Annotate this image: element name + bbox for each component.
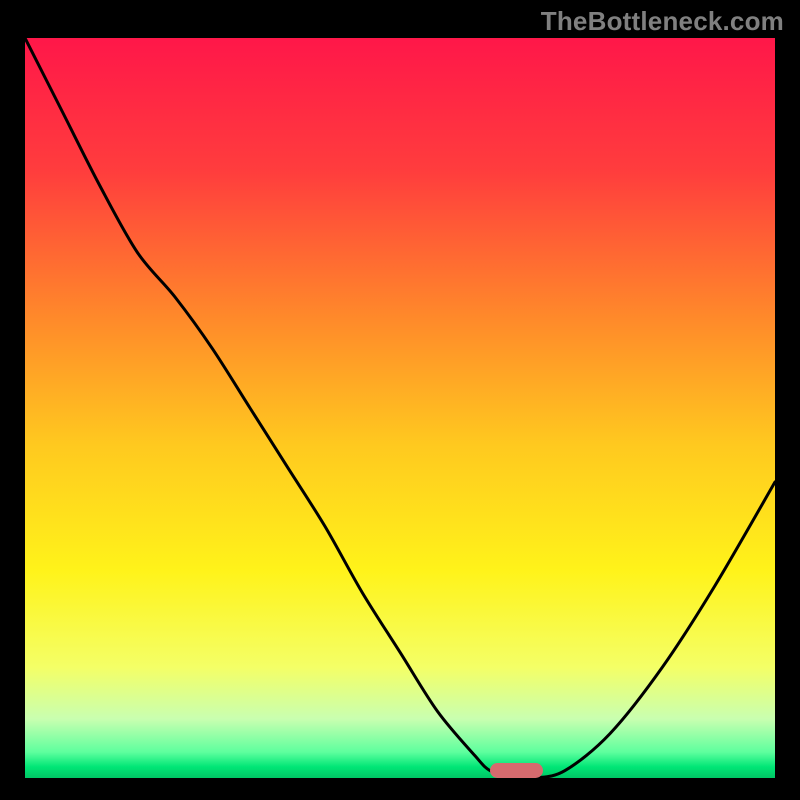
- chart-frame: TheBottleneck.com: [0, 0, 800, 800]
- plot-area: [25, 38, 775, 778]
- optimum-marker: [490, 763, 543, 778]
- curve-layer: [25, 38, 775, 778]
- watermark-text: TheBottleneck.com: [541, 6, 784, 37]
- bottleneck-curve: [25, 38, 775, 778]
